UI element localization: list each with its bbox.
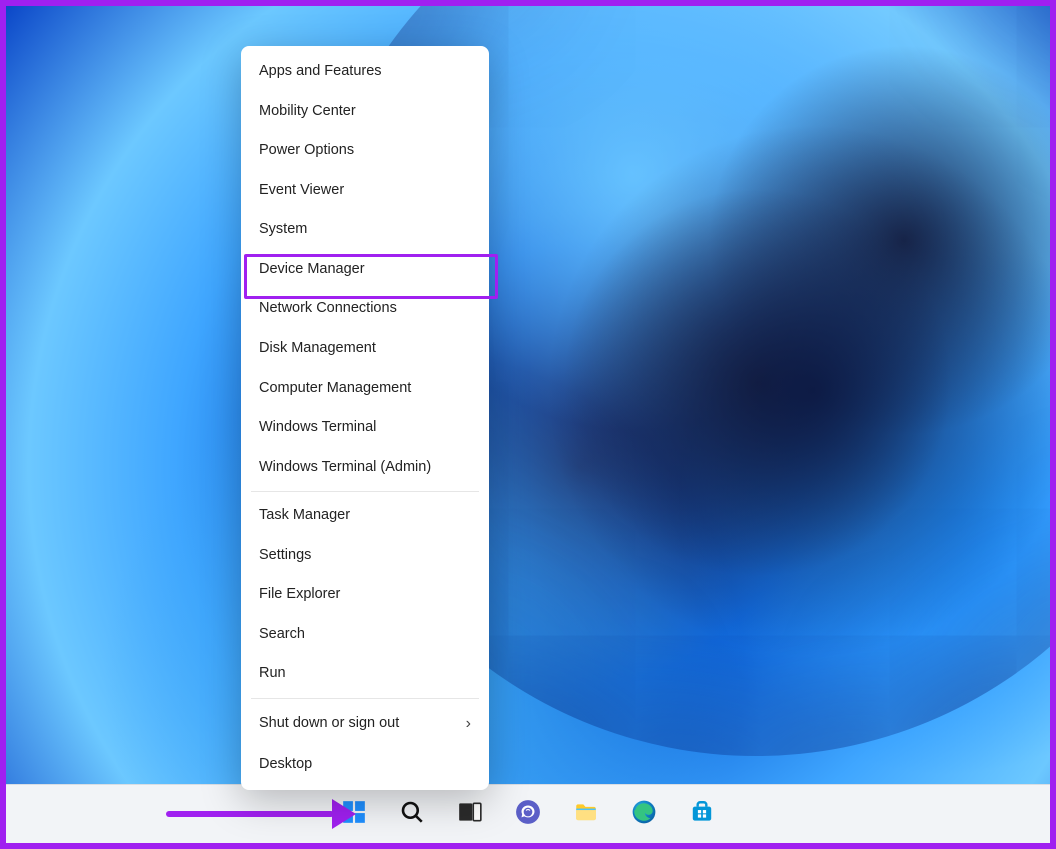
folder-icon <box>573 799 599 830</box>
task-view-button[interactable] <box>448 792 492 836</box>
menu-item-label: File Explorer <box>259 585 340 605</box>
menu-item-shut-down-or-sign-out[interactable]: Shut down or sign out › <box>241 703 489 745</box>
menu-item-label: Disk Management <box>259 339 376 359</box>
chat-icon <box>515 799 541 830</box>
menu-item-label: Search <box>259 625 305 645</box>
menu-item-settings[interactable]: Settings <box>241 536 489 576</box>
menu-item-run[interactable]: Run <box>241 654 489 694</box>
chat-button[interactable] <box>506 792 550 836</box>
menu-item-label: Apps and Features <box>259 62 382 82</box>
menu-item-apps-and-features[interactable]: Apps and Features <box>241 52 489 92</box>
menu-item-windows-terminal-admin[interactable]: Windows Terminal (Admin) <box>241 448 489 488</box>
start-button[interactable] <box>332 792 376 836</box>
menu-item-mobility-center[interactable]: Mobility Center <box>241 92 489 132</box>
menu-item-label: Network Connections <box>259 299 397 319</box>
desktop-wallpaper <box>6 6 1050 843</box>
search-button[interactable] <box>390 792 434 836</box>
store-icon <box>689 799 715 830</box>
menu-item-label: System <box>259 220 307 240</box>
menu-item-windows-terminal[interactable]: Windows Terminal <box>241 408 489 448</box>
screenshot-frame: Apps and Features Mobility Center Power Op… <box>0 0 1056 849</box>
menu-item-search[interactable]: Search <box>241 615 489 655</box>
menu-item-label: Shut down or sign out <box>259 714 399 734</box>
menu-item-label: Run <box>259 664 286 684</box>
file-explorer-button[interactable] <box>564 792 608 836</box>
menu-item-label: Settings <box>259 546 311 566</box>
edge-button[interactable] <box>622 792 666 836</box>
microsoft-store-button[interactable] <box>680 792 724 836</box>
edge-icon <box>631 799 657 830</box>
chevron-right-icon: › <box>466 713 471 735</box>
menu-separator <box>251 491 479 492</box>
menu-item-computer-management[interactable]: Computer Management <box>241 369 489 409</box>
menu-item-power-options[interactable]: Power Options <box>241 131 489 171</box>
power-user-menu: Apps and Features Mobility Center Power Op… <box>241 46 489 790</box>
menu-item-desktop[interactable]: Desktop <box>241 745 489 785</box>
menu-item-label: Device Manager <box>259 260 365 280</box>
menu-item-system[interactable]: System <box>241 210 489 250</box>
menu-item-label: Windows Terminal <box>259 418 376 438</box>
menu-item-label: Desktop <box>259 755 312 775</box>
menu-item-event-viewer[interactable]: Event Viewer <box>241 171 489 211</box>
menu-item-network-connections[interactable]: Network Connections <box>241 289 489 329</box>
task-view-icon <box>457 799 483 830</box>
menu-item-label: Event Viewer <box>259 181 344 201</box>
menu-item-task-manager[interactable]: Task Manager <box>241 496 489 536</box>
taskbar <box>6 784 1050 843</box>
menu-separator <box>251 698 479 699</box>
menu-item-label: Power Options <box>259 141 354 161</box>
menu-item-label: Mobility Center <box>259 102 356 122</box>
search-icon <box>399 799 425 830</box>
menu-item-device-manager[interactable]: Device Manager <box>241 250 489 290</box>
menu-item-label: Windows Terminal (Admin) <box>259 458 431 478</box>
menu-item-file-explorer[interactable]: File Explorer <box>241 575 489 615</box>
menu-item-label: Computer Management <box>259 379 411 399</box>
windows-logo-icon <box>341 799 367 830</box>
menu-item-disk-management[interactable]: Disk Management <box>241 329 489 369</box>
menu-item-label: Task Manager <box>259 506 350 526</box>
